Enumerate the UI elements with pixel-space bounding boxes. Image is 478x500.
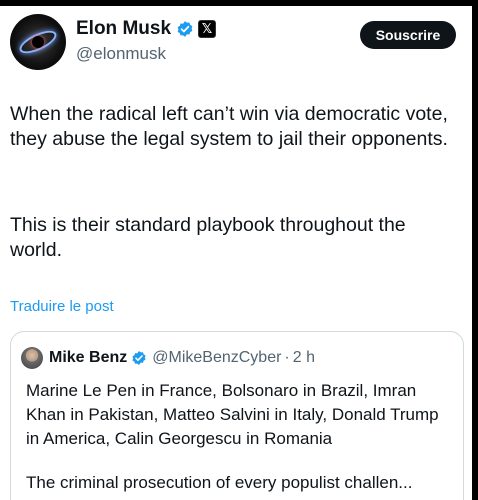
author-handle[interactable]: @elonmusk xyxy=(76,44,166,64)
quoted-author-name[interactable]: Mike Benz xyxy=(49,349,127,367)
avatar-core-graphic xyxy=(32,36,44,48)
quoted-author-avatar[interactable] xyxy=(21,347,43,369)
post-text-paragraph-1: When the radical left can’t win via demo… xyxy=(10,103,448,150)
author-name-row: Elon Musk 𝕏 xyxy=(76,16,217,42)
quoted-text-paragraph-1: Marine Le Pen in France, Bolsonaro in Br… xyxy=(26,381,439,448)
translate-post-link[interactable]: Traduire le post xyxy=(10,298,114,315)
author-avatar[interactable] xyxy=(10,14,66,70)
tweet-card: Elon Musk 𝕏 @elonmusk Souscrire When the… xyxy=(0,6,472,500)
x-logo-icon: 𝕏 xyxy=(198,20,217,38)
quoted-author-handle[interactable]: @MikeBenzCyber xyxy=(152,349,281,367)
screenshot-frame: Elon Musk 𝕏 @elonmusk Souscrire When the… xyxy=(0,0,478,500)
quoted-tweet[interactable]: Mike Benz @MikeBenzCyber · 2 h Marine Le… xyxy=(10,331,464,500)
verified-icon xyxy=(177,21,193,37)
quoted-timestamp[interactable]: 2 h xyxy=(293,349,315,367)
verified-icon xyxy=(132,351,146,365)
author-name[interactable]: Elon Musk xyxy=(76,18,171,40)
quoted-text-paragraph-2: The criminal prosecution of every populi… xyxy=(26,473,413,492)
quoted-tweet-header: Mike Benz @MikeBenzCyber · 2 h xyxy=(21,347,315,369)
separator-dot: · xyxy=(284,349,290,366)
post-text-paragraph-2: This is their standard playbook througho… xyxy=(10,214,406,261)
subscribe-button[interactable]: Souscrire xyxy=(360,21,456,49)
